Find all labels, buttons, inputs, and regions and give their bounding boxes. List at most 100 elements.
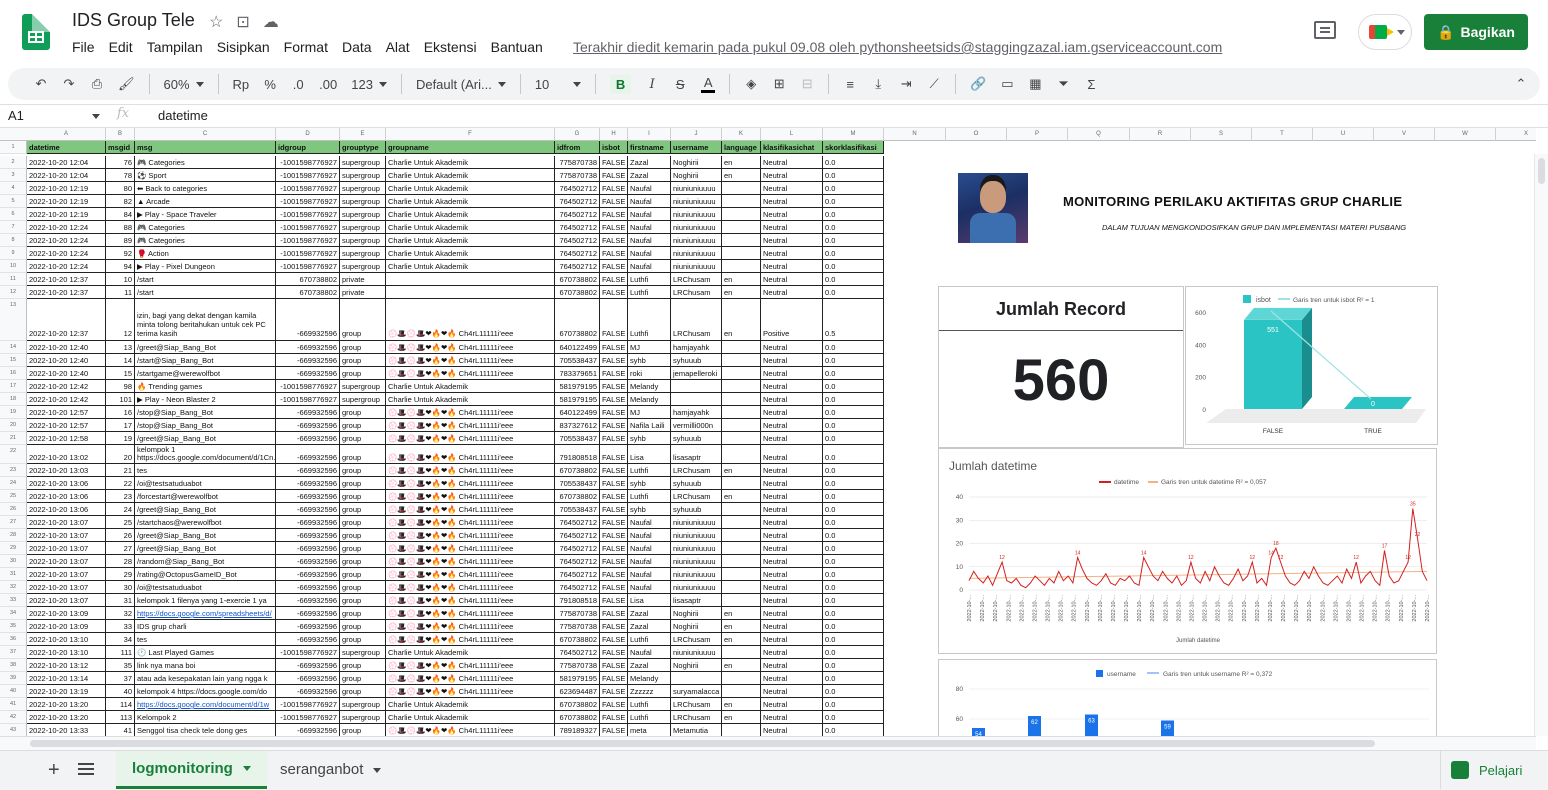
cell[interactable]: 28 — [106, 555, 135, 568]
cell[interactable]: 581979195 — [555, 393, 600, 406]
cell[interactable]: 0.0 — [823, 477, 884, 490]
cell[interactable]: IDS grup charli — [135, 620, 276, 633]
cell[interactable]: -669932596 — [276, 542, 340, 555]
cell[interactable]: Neutral — [761, 633, 823, 646]
cell[interactable]: Neutral — [761, 182, 823, 195]
cell[interactable]: 💮🎩💮🎩❤🔥❤🔥 Ch4rL11111i'eee — [386, 594, 555, 607]
cell[interactable]: 80 — [106, 182, 135, 195]
cell[interactable]: group — [340, 432, 386, 445]
cell[interactable]: FALSE — [600, 646, 628, 659]
chevron-down-icon[interactable] — [373, 767, 382, 773]
row-number[interactable]: 34 — [0, 607, 27, 620]
cell[interactable]: -669932596 — [276, 354, 340, 367]
cell[interactable]: Zazal — [628, 156, 671, 169]
cell[interactable]: supergroup — [340, 711, 386, 724]
column-header[interactable]: Q — [1068, 128, 1130, 141]
cell[interactable]: 29 — [106, 568, 135, 581]
cell[interactable] — [722, 406, 761, 419]
cell[interactable]: 25 — [106, 516, 135, 529]
cell[interactable]: 764502712 — [555, 208, 600, 221]
cell[interactable]: Neutral — [761, 367, 823, 380]
cell[interactable]: lisasaptr — [671, 445, 722, 464]
cell[interactable]: 2022-10-20 13:06 — [27, 503, 106, 516]
cell[interactable]: niuniuniuuuu — [671, 529, 722, 542]
cell[interactable] — [671, 672, 722, 685]
cell[interactable]: niuniuniuuuu — [671, 234, 722, 247]
cell[interactable]: supergroup — [340, 208, 386, 221]
cell[interactable] — [722, 477, 761, 490]
cell[interactable] — [722, 182, 761, 195]
cell[interactable]: 💮🎩💮🎩❤🔥❤🔥 Ch4rL11111i'eee — [386, 406, 555, 419]
cell[interactable]: FALSE — [600, 367, 628, 380]
cell[interactable]: ⚽ Sport — [135, 169, 276, 182]
cell[interactable]: 791808518 — [555, 594, 600, 607]
sheets-logo-icon[interactable] — [22, 14, 50, 50]
cell[interactable]: -669932596 — [276, 594, 340, 607]
cell[interactable]: 2022-10-20 13:07 — [27, 594, 106, 607]
cell[interactable]: FALSE — [600, 542, 628, 555]
cell[interactable] — [722, 516, 761, 529]
cell[interactable]: 14 — [106, 354, 135, 367]
cell[interactable]: 2022-10-20 13:10 — [27, 633, 106, 646]
cell[interactable]: FALSE — [600, 169, 628, 182]
cell[interactable]: 2022-10-20 12:24 — [27, 234, 106, 247]
cell[interactable]: kelompok 1 filenya yang 1-exercie 1 ya — [135, 594, 276, 607]
cell[interactable]: -1001598776927 — [276, 156, 340, 169]
cell[interactable]: group — [340, 354, 386, 367]
cell[interactable]: -669932596 — [276, 672, 340, 685]
cell[interactable]: 2022-10-20 13:20 — [27, 711, 106, 724]
row-number[interactable]: 9 — [0, 247, 27, 260]
text-rotate-icon[interactable]: ⟋ — [927, 76, 941, 92]
cell[interactable]: 💮🎩💮🎩❤🔥❤🔥 Ch4rL11111i'eee — [386, 685, 555, 698]
cell[interactable]: 2022-10-20 13:07 — [27, 542, 106, 555]
cell[interactable]: 670738802 — [555, 299, 600, 341]
cell[interactable] — [722, 208, 761, 221]
cell[interactable]: FALSE — [600, 221, 628, 234]
cell[interactable]: 113 — [106, 711, 135, 724]
redo-icon[interactable]: ↷ — [62, 76, 76, 92]
cell[interactable]: 775870738 — [555, 169, 600, 182]
cell[interactable]: Neutral — [761, 581, 823, 594]
cell[interactable]: /start — [135, 273, 276, 286]
comment-history-icon[interactable] — [1314, 21, 1336, 39]
cell[interactable]: Neutral — [761, 516, 823, 529]
column-title[interactable]: language — [722, 141, 761, 154]
menu-item[interactable]: Tampilan — [147, 39, 203, 55]
cell[interactable]: Neutral — [761, 607, 823, 620]
cell[interactable]: 764502712 — [555, 542, 600, 555]
cell[interactable]: 2022-10-20 12:37 — [27, 299, 106, 341]
column-title[interactable]: klasifikasichat — [761, 141, 823, 154]
cell[interactable]: 2022-10-20 12:04 — [27, 156, 106, 169]
row-number[interactable]: 30 — [0, 555, 27, 568]
cell[interactable]: FALSE — [600, 419, 628, 432]
cell[interactable]: 0.0 — [823, 195, 884, 208]
column-header[interactable]: L — [761, 128, 823, 141]
cell[interactable]: supergroup — [340, 169, 386, 182]
cell[interactable]: -669932596 — [276, 503, 340, 516]
cell[interactable]: Neutral — [761, 477, 823, 490]
cell[interactable] — [722, 354, 761, 367]
cell[interactable]: 10 — [106, 273, 135, 286]
row-number[interactable]: 39 — [0, 672, 27, 685]
cell[interactable]: hamjayahk — [671, 341, 722, 354]
cell[interactable]: niuniuniuuuu — [671, 195, 722, 208]
cell[interactable]: 0.0 — [823, 169, 884, 182]
cell[interactable]: private — [340, 273, 386, 286]
cell[interactable]: Luthfi — [628, 698, 671, 711]
column-title[interactable]: groupname — [386, 141, 555, 154]
cell[interactable]: Kelompok 2 — [135, 711, 276, 724]
cell[interactable]: MJ — [628, 341, 671, 354]
cell[interactable]: LRChusam — [671, 286, 722, 299]
cell[interactable]: FALSE — [600, 464, 628, 477]
row-number[interactable]: 8 — [0, 234, 27, 247]
column-title[interactable]: isbot — [600, 141, 628, 154]
cell[interactable]: syhuuub — [671, 477, 722, 490]
cell[interactable]: vermilli000n — [671, 419, 722, 432]
cell[interactable]: Naufal — [628, 208, 671, 221]
cell[interactable]: 82 — [106, 195, 135, 208]
borders-icon[interactable]: ⊞ — [772, 76, 786, 92]
cell[interactable]: en — [722, 490, 761, 503]
cell[interactable]: supergroup — [340, 156, 386, 169]
cell[interactable]: 0.0 — [823, 247, 884, 260]
tab-logmonitoring[interactable]: logmonitoring — [116, 751, 267, 789]
